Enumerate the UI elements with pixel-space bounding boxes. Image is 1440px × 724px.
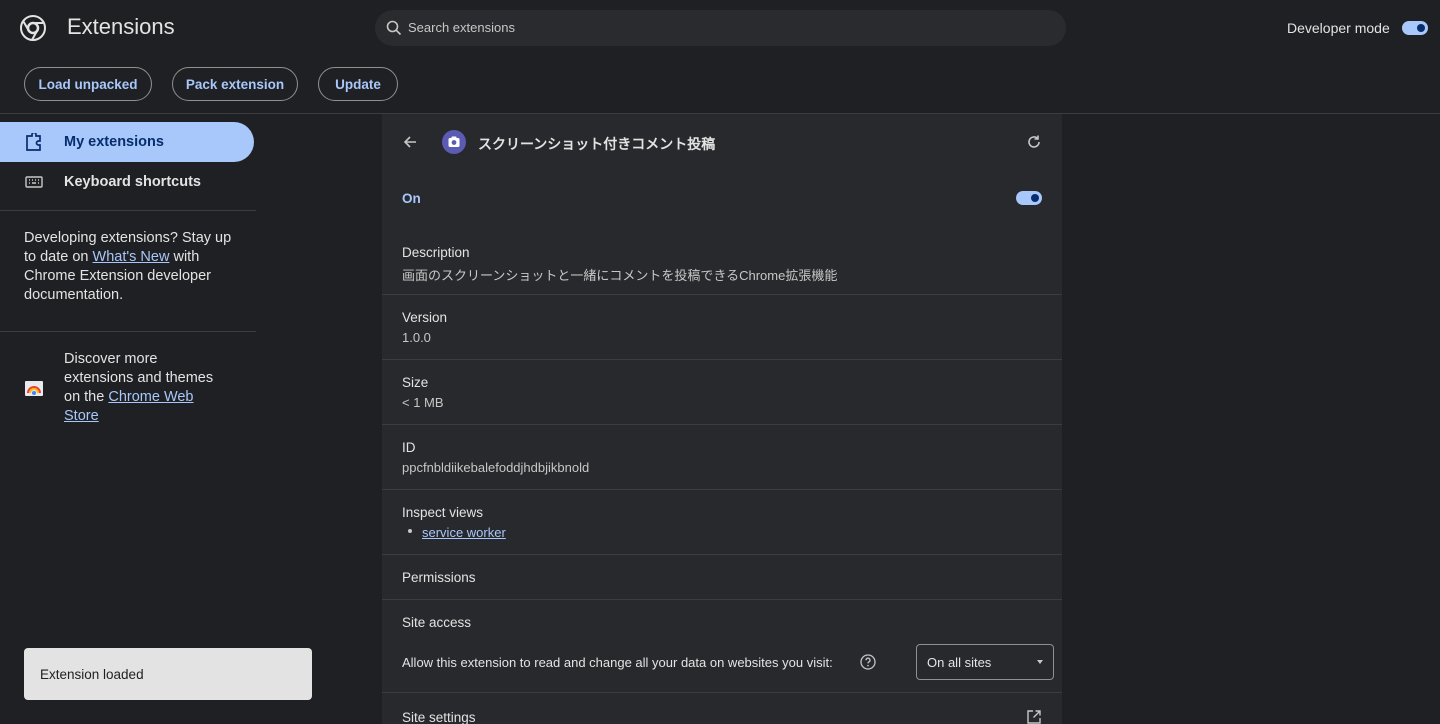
site-access-select[interactable]: On all sites [916,644,1054,680]
extension-enable-toggle[interactable] [1016,191,1042,205]
developer-info-text: Developing extensions? Stay up to date o… [24,230,232,303]
sidebar-divider [0,331,256,332]
id-value: ppcfnbldiikebalefoddjhdbjikbnold [402,460,590,475]
search-placeholder: Search extensions [408,20,515,35]
site-settings-label[interactable]: Site settings [402,710,476,724]
list-bullet [408,529,412,533]
sidebar-item-label: My extensions [64,134,164,150]
extension-detail-panel: スクリーンショット付きコメント投稿 On Description 画面のスクリー… [382,114,1062,724]
row-divider [382,599,1062,600]
site-access-description: Allow this extension to read and change … [402,655,833,670]
developer-mode-toggle[interactable] [1402,21,1428,35]
row-divider [382,359,1062,360]
whats-new-link[interactable]: What's New [93,249,170,265]
developer-mode-label: Developer mode [1287,20,1390,36]
keyboard-icon [25,176,43,188]
sidebar-divider [0,210,256,211]
site-access-label: Site access [402,615,472,630]
row-divider [382,554,1062,555]
description-value: 画面のスクリーンショットと一緒にコメントを投稿できるChrome拡張機能 [402,268,838,283]
load-unpacked-button[interactable]: Load unpacked [24,67,152,101]
service-worker-link[interactable]: service worker [422,525,506,540]
row-divider [382,692,1062,693]
site-access-selected-value: On all sites [927,655,992,670]
open-in-new-icon[interactable] [1026,709,1042,724]
sidebar-item-keyboard-shortcuts[interactable]: Keyboard shortcuts [0,162,254,202]
sidebar-item-my-extensions[interactable]: My extensions [0,122,254,162]
search-icon [386,20,402,36]
back-arrow-icon[interactable] [402,134,418,150]
toggle-knob [1417,24,1425,32]
row-divider [382,489,1062,490]
enabled-status-label: On [402,191,421,206]
puzzle-icon [26,133,41,151]
page-title: Extensions [67,14,175,39]
permissions-label: Permissions [402,570,476,585]
sidebar-item-label: Keyboard shortcuts [64,174,201,190]
id-label: ID [402,440,416,455]
row-divider [382,294,1062,295]
size-value: < 1 MB [402,395,444,410]
web-store-text: Discover more extensions and themes on t… [64,351,214,424]
toggle-knob [1031,194,1039,202]
reload-icon[interactable] [1026,134,1042,150]
inspect-views-label: Inspect views [402,505,484,520]
extension-name: スクリーンショット付きコメント投稿 [478,136,716,152]
web-store-icon [25,381,43,396]
row-divider [382,424,1062,425]
search-input[interactable]: Search extensions [375,10,1066,46]
version-value: 1.0.0 [402,330,431,345]
description-label: Description [402,245,470,260]
update-button[interactable]: Update [318,67,398,101]
size-label: Size [402,375,429,390]
version-label: Version [402,310,448,325]
pack-extension-button[interactable]: Pack extension [172,67,298,101]
extension-camera-icon [442,130,466,154]
chrome-logo-icon [20,15,46,41]
toast-notification: Extension loaded [24,648,312,700]
chevron-down-icon [1037,660,1043,664]
top-bar: Extensions Search extensions Developer m… [0,0,1440,56]
help-icon[interactable] [860,654,876,670]
